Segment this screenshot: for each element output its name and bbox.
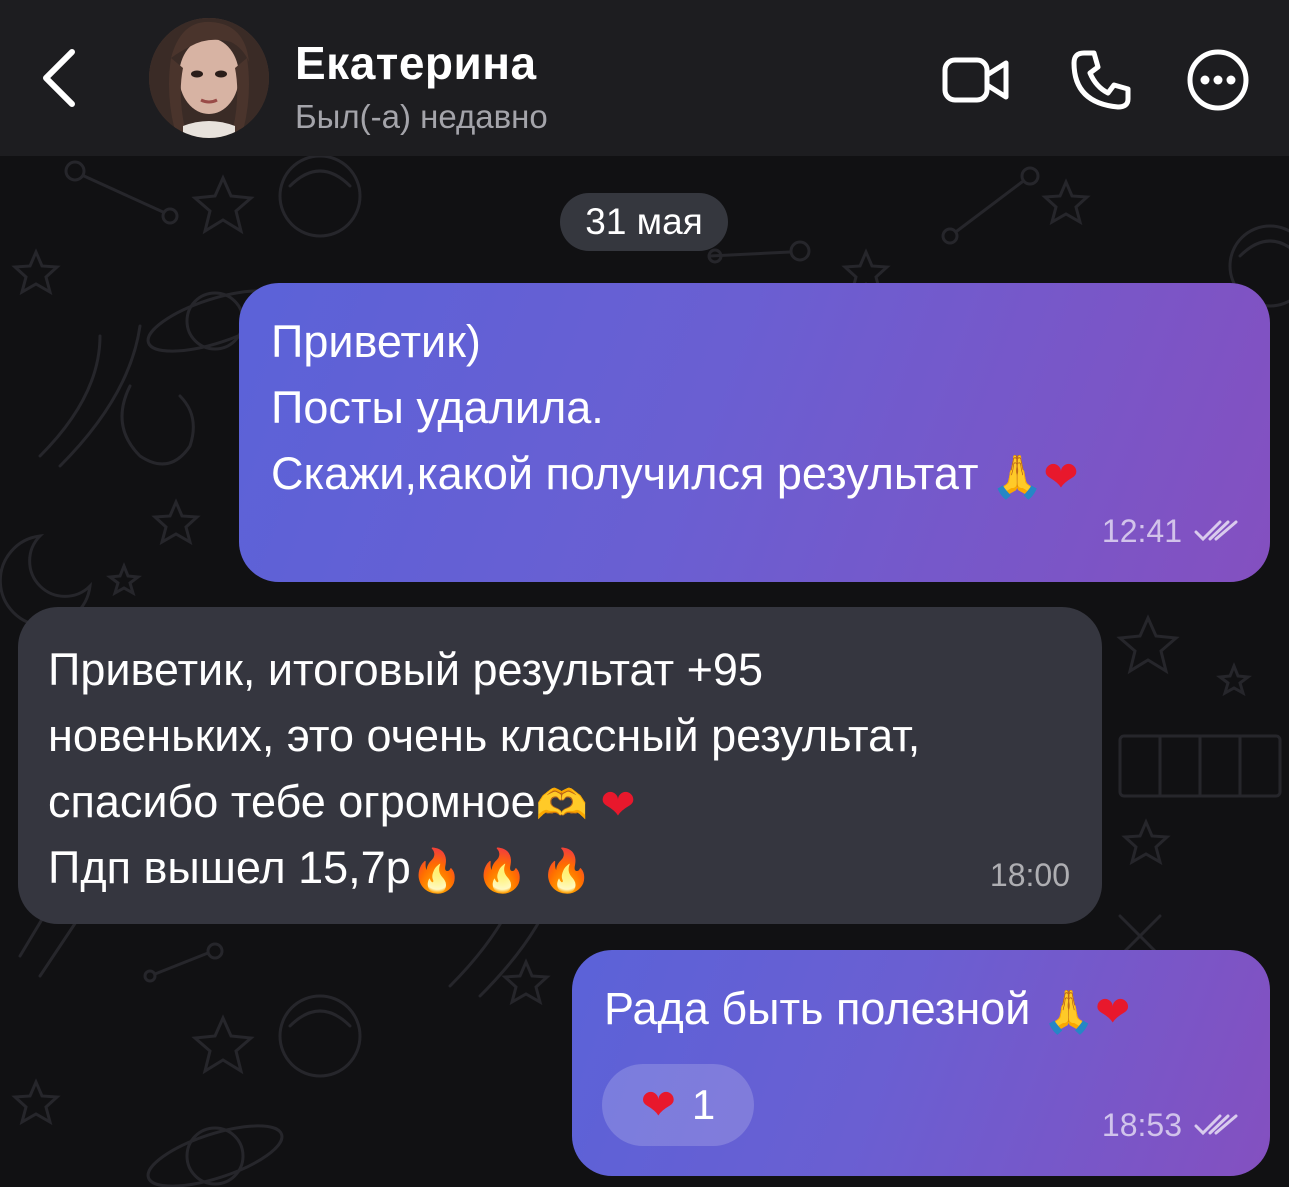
red-heart-emoji: ❤ bbox=[600, 780, 636, 830]
message-line: спасибо тебе огромное🫶 ❤ bbox=[48, 769, 920, 835]
video-call-button[interactable] bbox=[940, 45, 1010, 115]
message-line: Скажи,какой получился результат 🙏❤ bbox=[271, 441, 1079, 507]
chat-header: Екатерина Был(-а) недавно bbox=[0, 0, 1289, 156]
message-line-text: Пдп вышел 15,7р bbox=[48, 842, 411, 893]
message-line: Рада быть полезной 🙏❤ bbox=[604, 976, 1130, 1042]
fire-emoji: 🔥 bbox=[410, 846, 464, 896]
message-line: Приветик) bbox=[271, 316, 481, 367]
avatar-photo bbox=[149, 18, 269, 138]
heart-hands-emoji: 🫶 bbox=[535, 780, 588, 830]
fire-emoji: 🔥 bbox=[475, 846, 528, 896]
message-meta: 12:41 bbox=[1102, 498, 1240, 564]
incoming-message[interactable]: Приветик, итоговый результат +95 новеньк… bbox=[18, 607, 1102, 924]
fire-emoji: 🔥 bbox=[540, 846, 593, 896]
message-line: Пдп вышел 15,7р🔥 🔥 🔥 bbox=[48, 835, 920, 901]
message-line-text: Скажи,какой получился результат bbox=[271, 448, 992, 499]
message-time: 18:00 bbox=[989, 857, 1070, 893]
message-time: 12:41 bbox=[1101, 513, 1182, 549]
praying-hands-emoji: 🙏 bbox=[1042, 987, 1096, 1037]
avatar[interactable] bbox=[149, 18, 269, 138]
chevron-left-icon bbox=[43, 49, 75, 107]
reaction-count: 1 bbox=[691, 1081, 716, 1128]
more-options-button[interactable] bbox=[1183, 45, 1253, 115]
outgoing-message[interactable]: Приветик) Посты удалила. Скажи,какой пол… bbox=[239, 283, 1270, 582]
message-time: 18:53 bbox=[1101, 1107, 1182, 1143]
more-options-icon bbox=[1187, 49, 1249, 111]
voice-call-button[interactable] bbox=[1066, 45, 1136, 115]
message-line: новеньких, это очень классный результат, bbox=[48, 710, 921, 761]
message-text: Приветик, итоговый результат +95 новеньк… bbox=[48, 637, 920, 901]
red-heart-emoji: ❤ bbox=[640, 1080, 676, 1129]
message-text: Приветик) Посты удалила. Скажи,какой пол… bbox=[271, 309, 1079, 507]
red-heart-emoji: ❤ bbox=[1043, 452, 1079, 502]
chat-screen: Екатерина Был(-а) недавно 31 мая Привети… bbox=[0, 0, 1289, 1187]
contact-name[interactable]: Екатерина bbox=[295, 36, 537, 90]
reaction-chip[interactable]: ❤ 1 bbox=[602, 1064, 754, 1146]
message-meta: 18:00 bbox=[990, 842, 1070, 908]
video-camera-icon bbox=[942, 57, 1009, 103]
back-button[interactable] bbox=[30, 38, 90, 118]
message-line: Посты удалила. bbox=[271, 382, 604, 433]
message-line: Приветик, итоговый результат +95 bbox=[48, 644, 763, 695]
phone-icon bbox=[1071, 50, 1131, 110]
double-check-icon bbox=[1194, 1114, 1238, 1136]
message-text: Рада быть полезной 🙏❤ bbox=[604, 976, 1130, 1042]
red-heart-emoji: ❤ bbox=[1095, 987, 1131, 1037]
double-check-icon bbox=[1194, 520, 1238, 542]
praying-hands-emoji: 🙏 bbox=[991, 452, 1044, 502]
contact-status: Был(-а) недавно bbox=[295, 98, 548, 135]
message-line-text: Рада быть полезной bbox=[604, 983, 1043, 1034]
date-separator: 31 мая bbox=[560, 193, 728, 251]
message-meta: 18:53 bbox=[1102, 1092, 1240, 1158]
message-line-text: спасибо тебе огромное bbox=[48, 776, 536, 827]
outgoing-message[interactable]: Рада быть полезной 🙏❤ ❤ 1 18:53 bbox=[572, 950, 1270, 1176]
